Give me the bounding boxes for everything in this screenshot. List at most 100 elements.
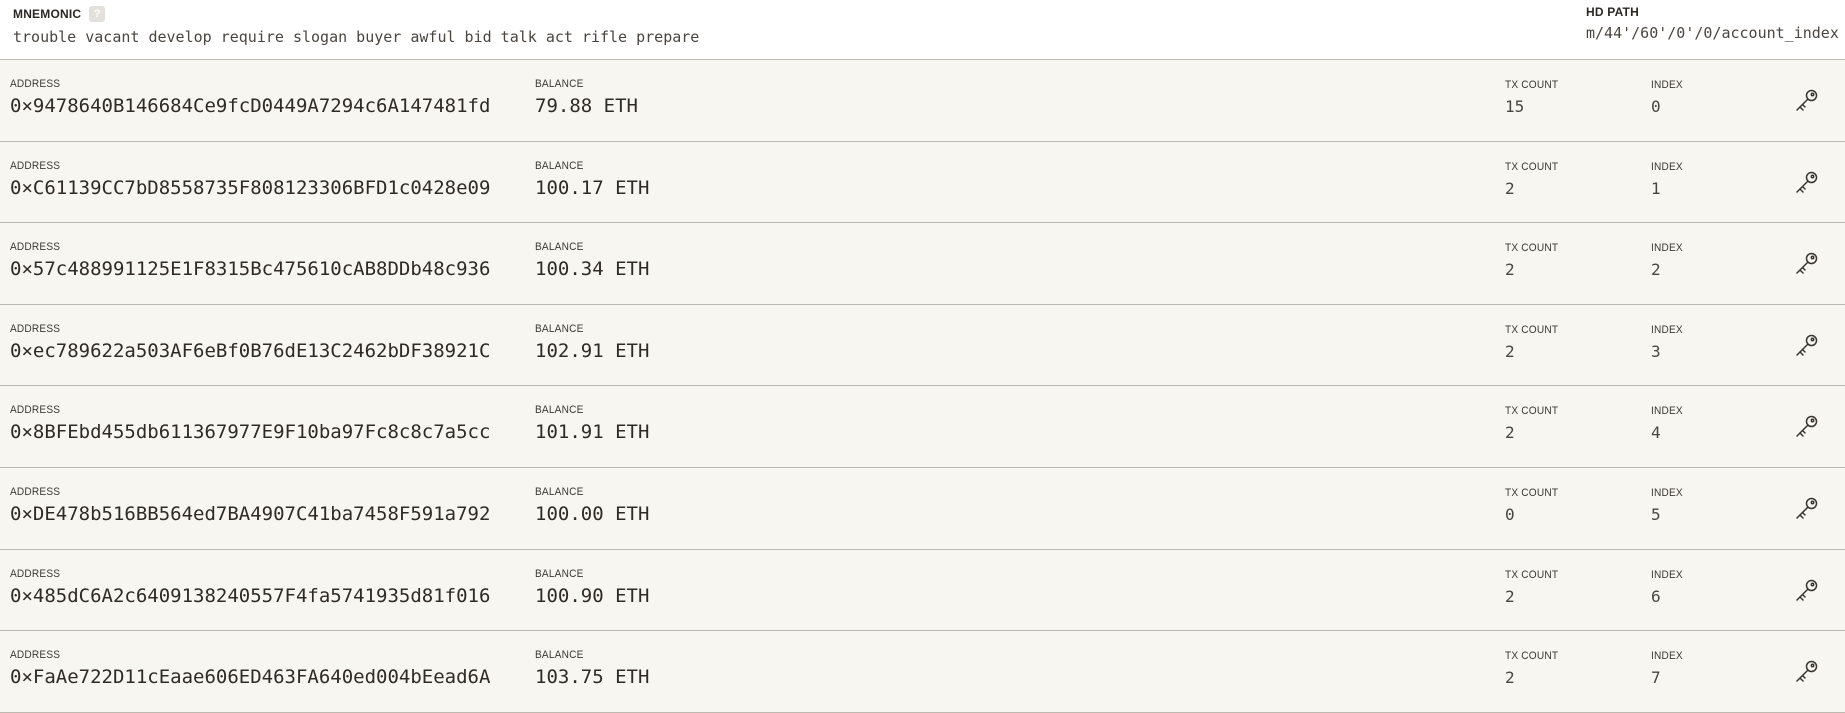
index-value: 4: [1651, 423, 1661, 443]
address-column: ADDRESS 0×9478640B146684Ce9fcD0449A7294c…: [10, 78, 490, 117]
help-icon[interactable]: ?: [89, 6, 106, 22]
index-value: 1: [1651, 178, 1661, 198]
mnemonic-label-row: MNEMONIC ?: [13, 6, 699, 22]
account-row: ADDRESS 0×ec789622a503AF6eBf0B76dE13C246…: [0, 304, 1845, 387]
index-label: INDEX: [1651, 242, 1683, 255]
index-column: INDEX 3: [1651, 324, 1686, 361]
address-label: ADDRESS: [10, 159, 61, 172]
address-value: 0×C61139CC7bD8558735F808123306BFD1c0428e…: [10, 176, 491, 199]
tx-count-label: TX COUNT: [1505, 486, 1559, 499]
address-label: ADDRESS: [10, 78, 61, 90]
balance-column: BALANCE 100.90 ETH: [535, 568, 649, 607]
tx-count-column: TX COUNT 2: [1505, 650, 1563, 687]
account-list: ADDRESS 0×9478640B146684Ce9fcD0449A7294c…: [0, 60, 1845, 713]
tx-count-label: TX COUNT: [1505, 405, 1559, 418]
address-label: ADDRESS: [10, 567, 61, 580]
address-column: ADDRESS 0×FaAe722D11cEaae606ED463FA640ed…: [10, 649, 490, 688]
tx-count-value: 2: [1505, 341, 1515, 361]
balance-value: 100.90 ETH: [535, 584, 650, 607]
show-keys-button[interactable]: [1791, 657, 1821, 687]
address-column: ADDRESS 0×485dC6A2c6409138240557F4fa5741…: [10, 568, 490, 607]
tx-count-label: TX COUNT: [1505, 79, 1559, 91]
address-label: ADDRESS: [10, 485, 61, 498]
show-keys-button[interactable]: [1791, 86, 1821, 116]
balance-value: 79.88 ETH: [535, 95, 638, 117]
tx-count-column: TX COUNT 2: [1505, 569, 1563, 606]
index-value: 3: [1651, 341, 1661, 361]
tx-count-label: TX COUNT: [1505, 242, 1559, 255]
address-value: 0×57c488991125E1F8315Bc475610cAB8DDb48c9…: [10, 258, 491, 281]
mnemonic-phrase: trouble vacant develop require slogan bu…: [13, 28, 700, 46]
balance-value: 100.17 ETH: [535, 176, 650, 199]
tx-count-value: 15: [1505, 97, 1525, 116]
show-keys-button[interactable]: [1791, 168, 1821, 198]
tx-count-label: TX COUNT: [1505, 568, 1559, 581]
key-icon: [1796, 252, 1818, 274]
balance-column: BALANCE 102.91 ETH: [535, 323, 649, 362]
index-column: INDEX 4: [1651, 405, 1686, 442]
balance-label: BALANCE: [535, 322, 584, 335]
tx-count-value: 0: [1505, 504, 1515, 524]
tx-count-value: 2: [1505, 586, 1515, 606]
address-value: 0×485dC6A2c6409138240557F4fa5741935d81f0…: [10, 584, 491, 607]
address-column: ADDRESS 0×C61139CC7bD8558735F808123306BF…: [10, 160, 490, 199]
balance-column: BALANCE 100.34 ETH: [535, 241, 649, 280]
tx-count-value: 2: [1505, 668, 1515, 688]
tx-count-column: TX COUNT 15: [1505, 79, 1563, 116]
balance-column: BALANCE 100.17 ETH: [535, 160, 649, 199]
balance-value: 101.91 ETH: [535, 421, 650, 444]
balance-column: BALANCE 100.00 ETH: [535, 486, 649, 525]
tx-count-label: TX COUNT: [1505, 323, 1559, 336]
hd-path-value: m/44'/60'/0'/0/account_index: [1586, 24, 1839, 42]
balance-value: 102.91 ETH: [535, 339, 650, 362]
tx-count-column: TX COUNT 2: [1505, 405, 1563, 442]
account-row: ADDRESS 0×FaAe722D11cEaae606ED463FA640ed…: [0, 631, 1845, 713]
index-column: INDEX 6: [1651, 569, 1686, 606]
tx-count-column: TX COUNT 2: [1505, 324, 1563, 361]
tx-count-value: 2: [1505, 423, 1515, 443]
balance-label: BALANCE: [535, 567, 584, 580]
key-icon: [1796, 171, 1818, 193]
account-row: ADDRESS 0×485dC6A2c6409138240557F4fa5741…: [0, 549, 1845, 632]
mnemonic-section: MNEMONIC ? trouble vacant develop requir…: [13, 6, 699, 46]
balance-column: BALANCE 101.91 ETH: [535, 404, 649, 443]
address-label: ADDRESS: [10, 322, 61, 335]
index-label: INDEX: [1651, 650, 1683, 663]
address-label: ADDRESS: [10, 404, 61, 417]
address-label: ADDRESS: [10, 241, 61, 254]
show-keys-button[interactable]: [1791, 412, 1821, 442]
tx-count-label: TX COUNT: [1505, 650, 1559, 663]
address-column: ADDRESS 0×ec789622a503AF6eBf0B76dE13C246…: [10, 323, 490, 362]
balance-column: BALANCE 79.88 ETH: [535, 78, 638, 117]
balance-label: BALANCE: [535, 241, 584, 254]
tx-count-value: 2: [1505, 178, 1515, 198]
balance-label: BALANCE: [535, 404, 584, 417]
account-row: ADDRESS 0×C61139CC7bD8558735F808123306BF…: [0, 141, 1845, 224]
index-label: INDEX: [1651, 405, 1683, 418]
address-column: ADDRESS 0×57c488991125E1F8315Bc475610cAB…: [10, 241, 490, 280]
address-column: ADDRESS 0×8BFEbd455db611367977E9F10ba97F…: [10, 404, 490, 443]
account-row: ADDRESS 0×DE478b516BB564ed7BA4907C41ba74…: [0, 467, 1845, 550]
hd-path-section: HD PATH m/44'/60'/0'/0/account_index: [1586, 5, 1839, 42]
index-value: 0: [1651, 97, 1661, 116]
key-icon: [1796, 497, 1818, 519]
address-value: 0×DE478b516BB564ed7BA4907C41ba7458F591a7…: [10, 502, 491, 525]
show-keys-button[interactable]: [1791, 331, 1821, 361]
index-value: 2: [1651, 260, 1661, 280]
balance-value: 100.34 ETH: [535, 258, 650, 281]
account-row: ADDRESS 0×9478640B146684Ce9fcD0449A7294c…: [0, 60, 1845, 142]
show-keys-button[interactable]: [1791, 249, 1821, 279]
address-column: ADDRESS 0×DE478b516BB564ed7BA4907C41ba74…: [10, 486, 490, 525]
index-column: INDEX 5: [1651, 487, 1686, 524]
show-keys-button[interactable]: [1791, 576, 1821, 606]
index-value: 5: [1651, 504, 1661, 524]
key-icon: [1796, 334, 1818, 356]
balance-label: BALANCE: [535, 78, 584, 90]
accounts-header: MNEMONIC ? trouble vacant develop requir…: [0, 0, 1845, 60]
hd-path-label: HD PATH: [1586, 5, 1639, 19]
account-row: ADDRESS 0×57c488991125E1F8315Bc475610cAB…: [0, 223, 1845, 305]
tx-count-value: 2: [1505, 260, 1515, 280]
key-icon: [1796, 89, 1818, 111]
key-icon: [1796, 579, 1818, 601]
show-keys-button[interactable]: [1791, 494, 1821, 524]
